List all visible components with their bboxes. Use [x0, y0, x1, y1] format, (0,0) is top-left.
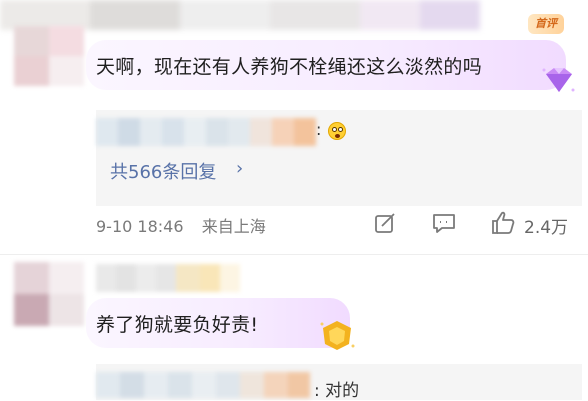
location-source: 来自上海 — [201, 217, 266, 236]
diamond-gem-icon — [542, 68, 575, 92]
redacted-reply-username — [96, 372, 310, 398]
redacted-username[interactable] — [96, 264, 240, 292]
gold-gem-icon — [320, 321, 355, 350]
more-replies-link[interactable]: 共566条回复 — [110, 158, 216, 184]
chevron-right-icon[interactable]: › — [236, 158, 243, 179]
comment-meta: 9-10 18:46 来自上海 — [96, 213, 266, 237]
comment-divider — [0, 254, 588, 255]
thumbs-up-icon[interactable] — [490, 210, 516, 236]
timestamp: 9-10 18:46 — [96, 217, 184, 236]
like-count: 2.4万 — [524, 218, 569, 238]
redacted-reply-username — [96, 118, 316, 146]
reply-separator: : — [316, 120, 322, 139]
comment-text: 养了狗就要负好责! — [96, 314, 259, 336]
reply-preview-text: : 对的 — [314, 381, 360, 401]
redacted-header — [0, 0, 588, 30]
comment-icon[interactable] — [432, 212, 456, 234]
share-icon[interactable] — [374, 212, 396, 234]
first-comment-badge: 首评 — [528, 14, 564, 34]
avatar[interactable] — [14, 262, 84, 326]
comment-text: 天啊，现在还有人养狗不栓绳还这么淡然的吗 — [96, 56, 483, 78]
shocked-face-icon — [328, 122, 346, 140]
avatar[interactable] — [14, 26, 84, 86]
